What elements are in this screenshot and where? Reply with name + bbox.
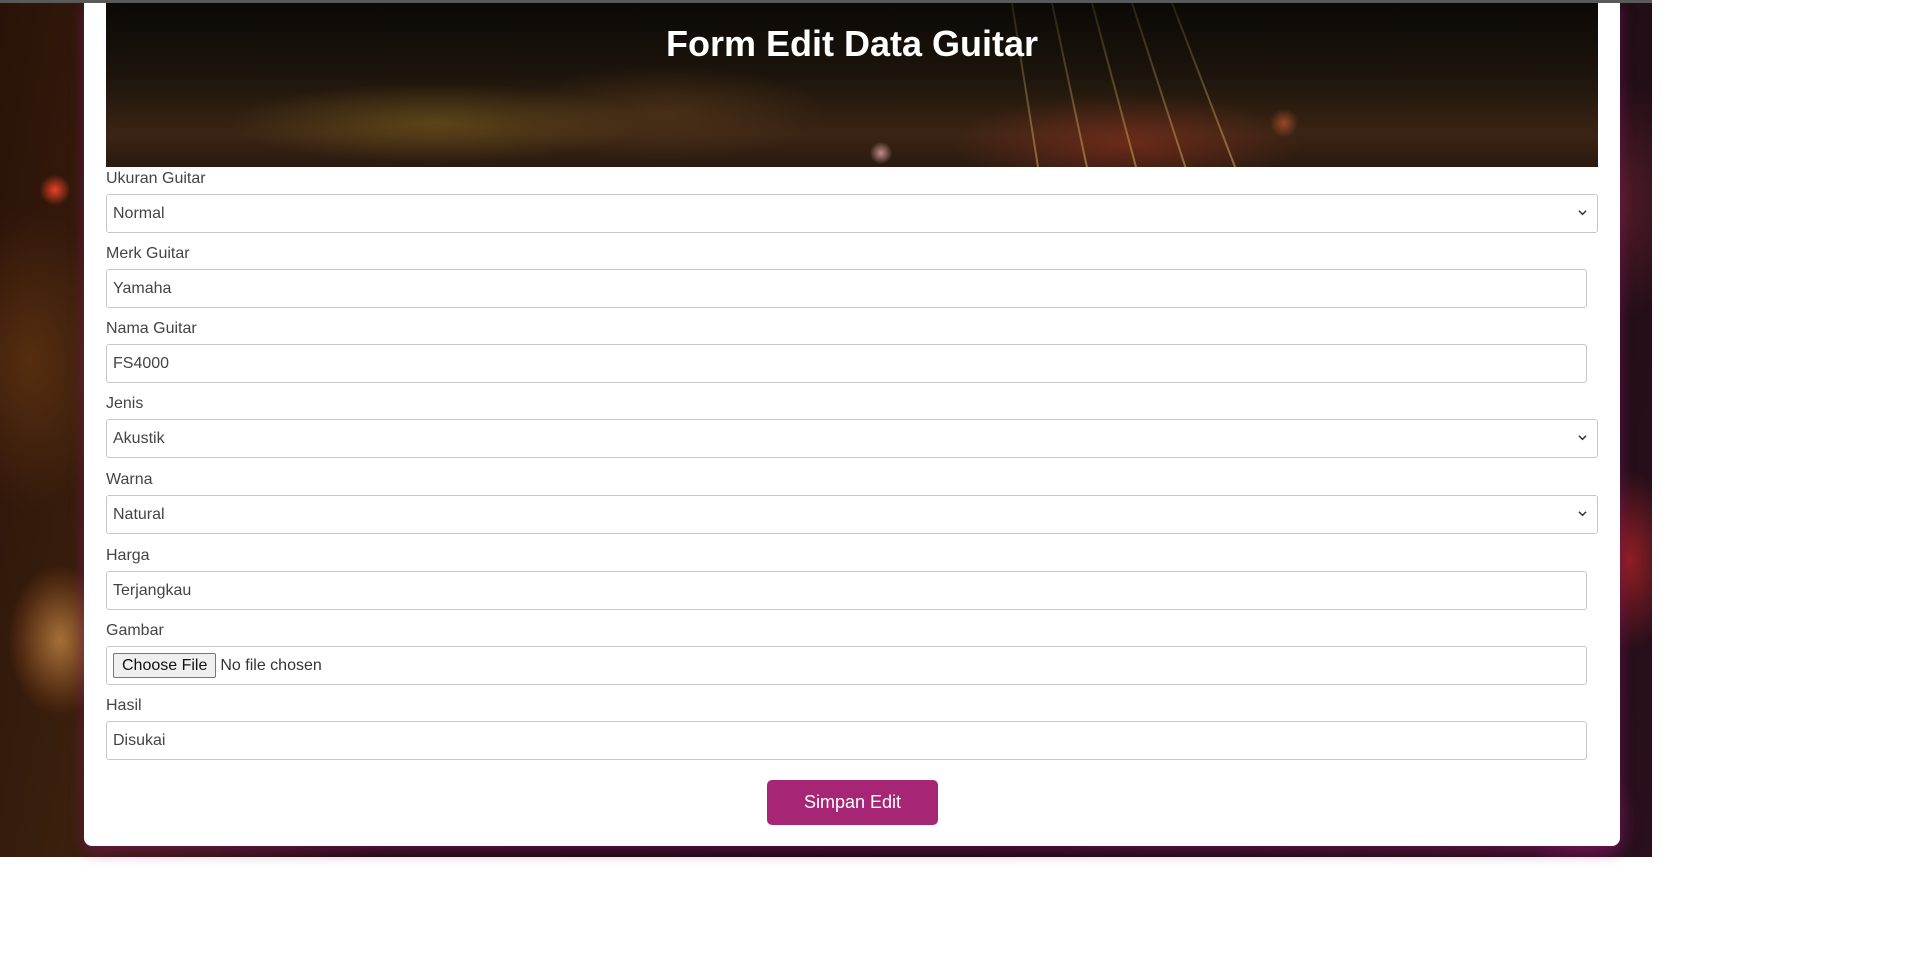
header-banner: Form Edit Data Guitar bbox=[106, 3, 1598, 167]
merk-input[interactable]: Yamaha bbox=[106, 269, 1587, 308]
chevron-down-icon bbox=[1578, 511, 1587, 517]
jenis-select[interactable]: Akustik bbox=[106, 419, 1598, 458]
chevron-down-icon bbox=[1578, 435, 1587, 441]
nama-label: Nama Guitar bbox=[106, 320, 197, 337]
nama-input[interactable]: FS4000 bbox=[106, 344, 1587, 383]
top-divider bbox=[0, 0, 1652, 3]
gambar-label: Gambar bbox=[106, 622, 164, 639]
ukuran-selected-value: Normal bbox=[113, 204, 165, 222]
page-title: Form Edit Data Guitar bbox=[665, 23, 1039, 64]
ukuran-select[interactable]: Normal bbox=[106, 194, 1598, 233]
form-group-hasil: Hasil Disukai bbox=[106, 696, 1587, 760]
form-group-jenis: Jenis Akustik bbox=[106, 394, 1598, 458]
file-status-text: No file chosen bbox=[220, 656, 322, 674]
warna-label: Warna bbox=[106, 471, 153, 488]
form-group-nama: Nama Guitar FS4000 bbox=[106, 319, 1587, 383]
jenis-selected-value: Akustik bbox=[113, 429, 165, 447]
harga-input-value: Terjangkau bbox=[113, 581, 192, 599]
form-group-merk: Merk Guitar Yamaha bbox=[106, 244, 1587, 308]
form-group-harga: Harga Terjangkau bbox=[106, 546, 1587, 610]
warna-select[interactable]: Natural bbox=[106, 495, 1598, 534]
harga-input[interactable]: Terjangkau bbox=[106, 571, 1587, 610]
gambar-file-input[interactable]: Choose File No file chosen bbox=[106, 646, 1587, 685]
ukuran-label: Ukuran Guitar bbox=[106, 170, 206, 187]
simpan-edit-button[interactable]: Simpan Edit bbox=[767, 780, 938, 825]
nama-input-value: FS4000 bbox=[113, 354, 170, 372]
harga-label: Harga bbox=[106, 547, 150, 564]
chevron-down-icon bbox=[1578, 210, 1587, 216]
choose-file-button[interactable]: Choose File bbox=[113, 653, 217, 678]
form-group-warna: Warna Natural bbox=[106, 470, 1598, 534]
form-group-gambar: Gambar Choose File No file chosen bbox=[106, 621, 1587, 685]
warna-selected-value: Natural bbox=[113, 505, 165, 523]
jenis-label: Jenis bbox=[106, 395, 144, 412]
merk-input-value: Yamaha bbox=[113, 279, 172, 297]
merk-label: Merk Guitar bbox=[106, 245, 190, 262]
hasil-input[interactable]: Disukai bbox=[106, 721, 1587, 760]
hasil-label: Hasil bbox=[106, 697, 142, 714]
form-group-ukuran: Ukuran Guitar Normal bbox=[106, 169, 1598, 233]
hasil-input-value: Disukai bbox=[113, 731, 166, 749]
